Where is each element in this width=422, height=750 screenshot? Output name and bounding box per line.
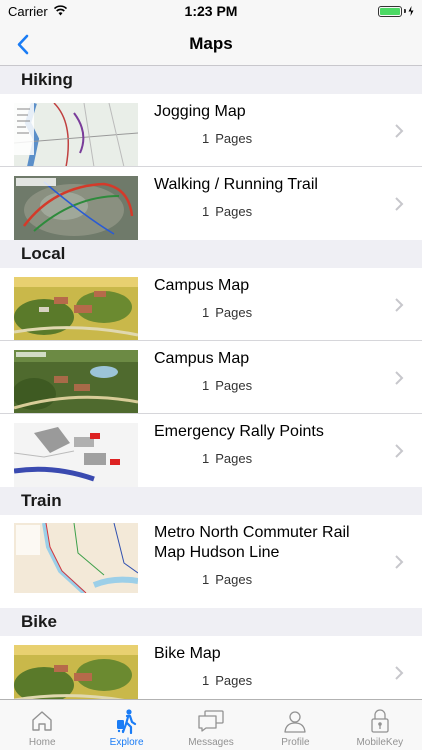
status-bar: Carrier 1:23 PM [0, 0, 422, 22]
section-header-local: Local [0, 240, 422, 268]
list-item-walking-running-trail[interactable]: Walking / Running Trail 1 Pages [0, 167, 422, 240]
map-thumbnail [14, 423, 138, 487]
page-count: 1 Pages [202, 305, 253, 320]
section-header-bike: Bike [0, 608, 422, 636]
battery-fill [380, 7, 400, 15]
row-text: Emergency Rally Points 1 Pages [154, 422, 378, 466]
map-thumbnail [14, 103, 138, 167]
lock-icon [365, 706, 395, 736]
page-count: 1 Pages [202, 131, 253, 146]
chevron-right-icon [395, 665, 404, 680]
page-count: 1 Pages [202, 378, 253, 393]
tab-home[interactable]: Home [0, 700, 84, 750]
navigation-bar: Maps [0, 22, 422, 66]
tab-bar: Home Explore Messages Profile MobileKey [0, 699, 422, 750]
page-count: 1 Pages [202, 451, 253, 466]
chevron-left-icon [17, 34, 28, 54]
section-header-train: Train [0, 487, 422, 515]
chevron-right-icon [395, 297, 404, 312]
map-title: Bike Map [154, 645, 221, 662]
row-text: Campus Map 1 Pages [154, 276, 378, 320]
map-thumbnail [14, 176, 138, 240]
messages-icon [196, 706, 226, 736]
map-thumbnail [14, 277, 138, 341]
map-thumbnail [14, 523, 138, 593]
list-item-metro-north-map[interactable]: Metro North Commuter Rail Map Hudson Lin… [0, 515, 422, 608]
page-count: 1 Pages [202, 673, 253, 688]
chevron-right-icon [395, 123, 404, 138]
map-thumbnail [14, 350, 138, 414]
map-title: Walking / Running Trail [154, 176, 318, 193]
list-item-emergency-rally-points[interactable]: Emergency Rally Points 1 Pages [0, 414, 422, 487]
home-icon [27, 706, 57, 736]
row-text: Campus Map 1 Pages [154, 349, 378, 393]
list-item-campus-map[interactable]: Campus Map 1 Pages [0, 341, 422, 414]
row-text: Jogging Map 1 Pages [154, 102, 378, 146]
row-text: Bike Map 1 Pages [154, 644, 378, 688]
explore-icon [112, 706, 142, 736]
chevron-right-icon [395, 554, 404, 569]
map-title: Jogging Map [154, 103, 246, 120]
battery-icon [378, 5, 414, 17]
profile-icon [280, 706, 310, 736]
carrier-label: Carrier [8, 3, 48, 19]
list-item-jogging-map[interactable]: Jogging Map 1 Pages [0, 94, 422, 167]
section-header-hiking: Hiking [0, 66, 422, 94]
map-title: Campus Map [154, 277, 250, 294]
chevron-right-icon [395, 443, 404, 458]
map-title: Emergency Rally Points [154, 423, 324, 440]
status-left: Carrier [8, 4, 68, 19]
map-thumbnail [14, 645, 138, 699]
back-button[interactable] [8, 30, 36, 58]
tab-messages[interactable]: Messages [169, 700, 253, 750]
row-text: Metro North Commuter Rail Map Hudson Lin… [154, 523, 378, 587]
maps-list[interactable]: Hiking Jogging Map 1 Pages Walking / Run… [0, 66, 422, 699]
tab-mobilekey[interactable]: MobileKey [338, 700, 422, 750]
page-title: Maps [189, 33, 233, 53]
row-text: Walking / Running Trail 1 Pages [154, 175, 378, 219]
chevron-right-icon [395, 196, 404, 211]
page-count: 1 Pages [202, 204, 253, 219]
list-item-bike-map[interactable]: Bike Map 1 Pages [0, 636, 422, 699]
map-title: Metro North Commuter Rail Map Hudson Lin… [154, 524, 350, 561]
tab-profile[interactable]: Profile [253, 700, 337, 750]
wifi-icon [53, 4, 68, 19]
map-title: Campus Map [154, 350, 250, 367]
page-count: 1 Pages [202, 572, 253, 587]
list-item-campus-map[interactable]: Campus Map 1 Pages [0, 268, 422, 341]
tab-explore[interactable]: Explore [84, 700, 168, 750]
chevron-right-icon [395, 370, 404, 385]
